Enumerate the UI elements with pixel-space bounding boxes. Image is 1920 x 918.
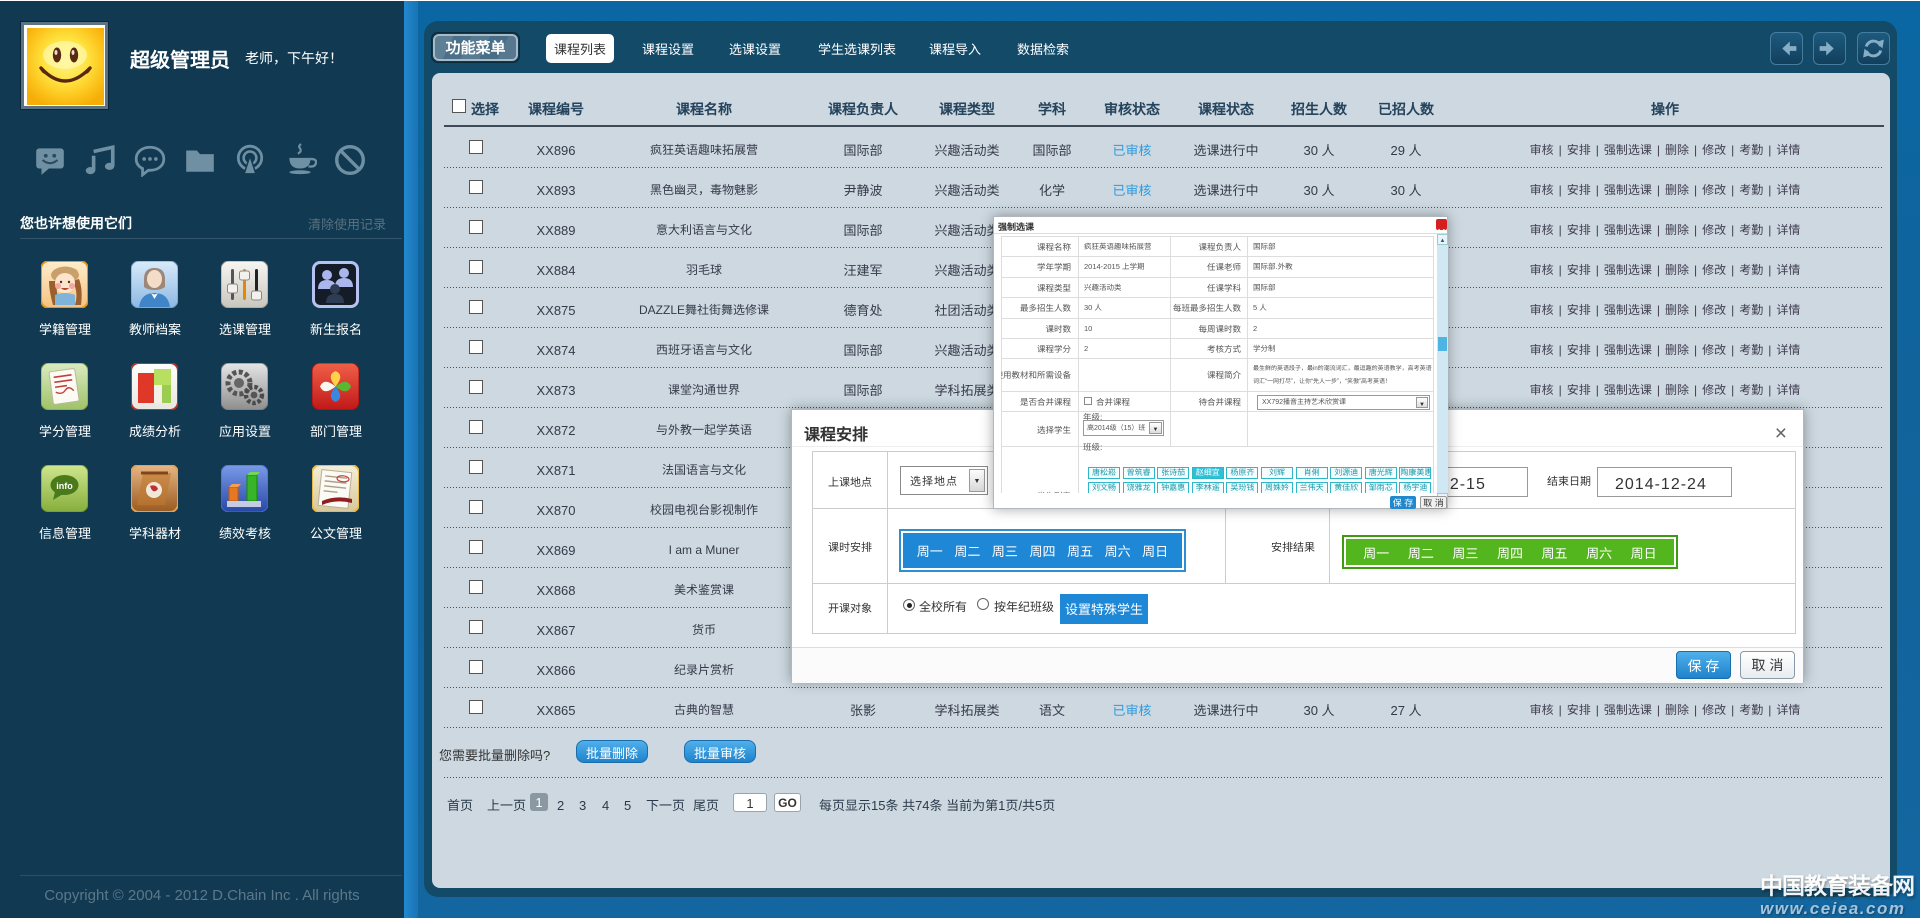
svg-text:info: info bbox=[56, 481, 73, 491]
